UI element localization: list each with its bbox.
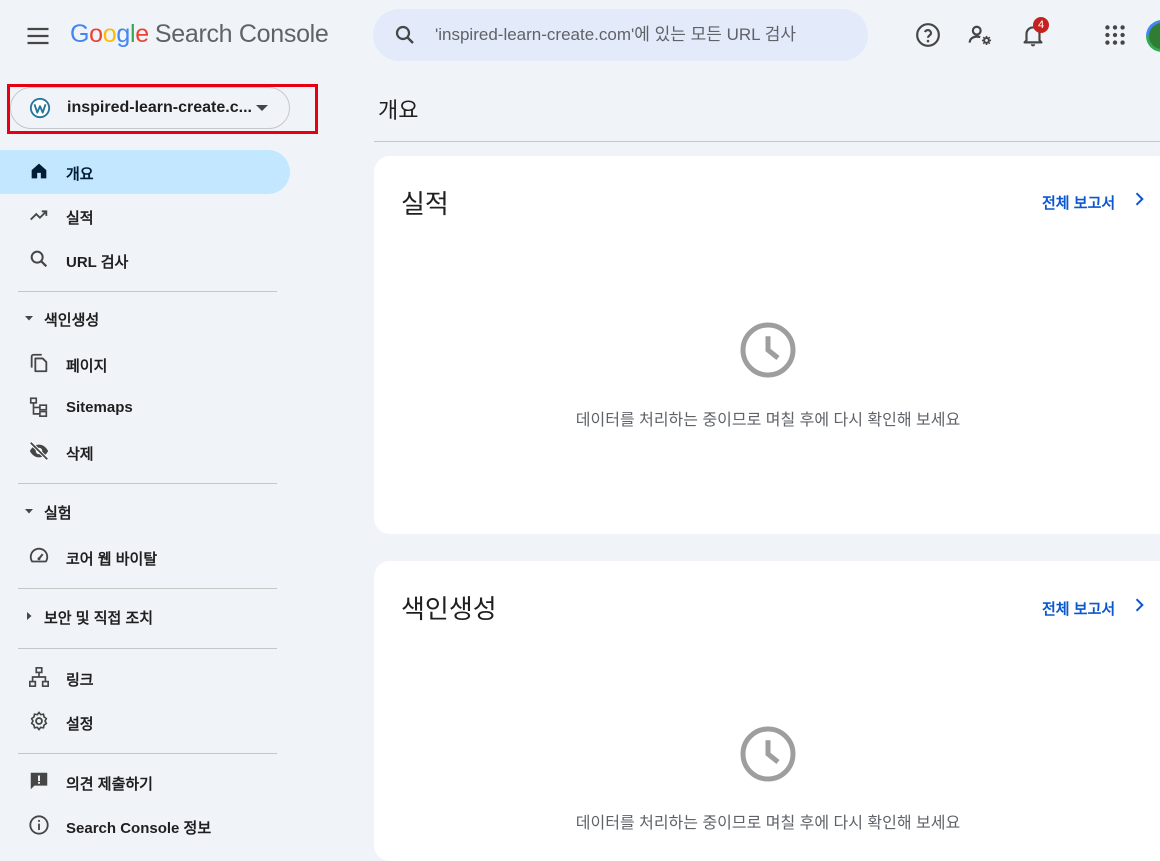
url-inspection-search-bar[interactable]: [373, 9, 868, 61]
settings-icon: [30, 711, 48, 731]
caret-down-icon: [25, 316, 33, 321]
section-label: 실험: [44, 505, 72, 522]
sidebar-item-label: URL 검사: [66, 254, 129, 271]
top-app-bar: GoogleSearch Console 4: [0, 0, 1160, 72]
sidebar-item-label: Sitemaps: [66, 399, 133, 416]
processing-message: 데이터를 처리하는 중이므로 며칠 후에 다시 확인해 보세요: [575, 815, 961, 832]
sidebar-item-label: 삭제: [66, 446, 94, 463]
card-title: 실적: [401, 189, 449, 219]
search-icon: [30, 250, 48, 268]
full-report-link[interactable]: 전체 보고서: [1042, 192, 1115, 213]
sidebar-item-core-web-vitals[interactable]: 코어 웹 바이탈: [0, 535, 290, 579]
card-title: 색인생성: [401, 594, 497, 624]
search-icon[interactable]: [393, 23, 417, 47]
clock-icon: [740, 726, 796, 782]
feedback-icon: [30, 772, 48, 790]
divider: [18, 483, 277, 484]
sidebar-item-label: Search Console 정보: [66, 820, 212, 837]
section-label: 색인생성: [44, 312, 100, 329]
section-experience[interactable]: 실험: [0, 491, 290, 531]
help-icon[interactable]: [915, 22, 941, 48]
sidebar-item-pages[interactable]: 페이지: [0, 342, 290, 386]
section-indexing[interactable]: 색인생성: [0, 298, 290, 338]
sidebar-item-performance[interactable]: 실적: [0, 194, 290, 238]
sidebar-item-url-inspection[interactable]: URL 검사: [0, 238, 290, 282]
wordpress-icon: [29, 97, 51, 119]
menu-icon[interactable]: [24, 22, 52, 50]
caret-down-icon: [25, 509, 33, 514]
sidebar-item-label: 페이지: [66, 358, 108, 375]
sidebar-item-about[interactable]: Search Console 정보: [0, 804, 290, 848]
property-name: inspired-learn-create.c...: [67, 99, 252, 116]
url-inspection-input[interactable]: [435, 9, 855, 61]
sidebar-item-label: 개요: [66, 166, 94, 183]
sidebar-item-feedback[interactable]: 의견 제출하기: [0, 760, 290, 804]
sidebar-item-label: 설정: [66, 716, 94, 733]
divider: [18, 588, 277, 589]
title-divider: [374, 141, 1160, 142]
performance-card: 실적 전체 보고서 데이터를 처리하는 중이므로 며칠 후에 다시 확인해 보세…: [374, 156, 1160, 534]
links-icon: [29, 667, 49, 687]
sidebar-item-overview[interactable]: 개요: [0, 150, 290, 194]
google-search-console-logo[interactable]: Google Search Console: [70, 20, 329, 49]
divider: [18, 753, 277, 754]
trending-up-icon: [30, 210, 48, 221]
product-name: Search Console: [154, 20, 329, 48]
home-icon: [31, 163, 47, 179]
sidebar-item-settings[interactable]: 설정: [0, 700, 290, 744]
speed-icon: [29, 547, 49, 563]
sidebar-item-label: 의견 제출하기: [66, 776, 153, 793]
account-avatar[interactable]: [1146, 20, 1160, 52]
page-title: 개요: [378, 98, 419, 123]
apps-icon[interactable]: [1102, 22, 1128, 48]
section-label: 보안 및 직접 조치: [44, 610, 154, 627]
section-security[interactable]: 보안 및 직접 조치: [0, 596, 290, 636]
clock-icon: [740, 322, 796, 378]
sidebar-item-label: 코어 웹 바이탈: [66, 551, 158, 568]
chevron-right-icon[interactable]: [1129, 189, 1149, 209]
visibility-off-icon: [29, 441, 49, 461]
manage-users-icon[interactable]: [967, 22, 993, 48]
sidebar-item-label: 실적: [66, 210, 94, 227]
pages-icon: [30, 353, 48, 373]
sidebar-item-links[interactable]: 링크: [0, 656, 290, 700]
sitemap-icon: [29, 397, 48, 417]
sidebar-item-sitemaps[interactable]: Sitemaps: [0, 386, 290, 430]
property-selector[interactable]: inspired-learn-create.c...: [10, 87, 290, 129]
full-report-link[interactable]: 전체 보고서: [1042, 598, 1115, 619]
divider: [18, 291, 277, 292]
sidebar-item-label: 링크: [66, 672, 94, 689]
info-icon: [29, 815, 49, 835]
indexing-card: 색인생성 전체 보고서 데이터를 처리하는 중이므로 며칠 후에 다시 확인해 …: [374, 561, 1160, 861]
chevron-down-icon: [256, 105, 268, 111]
caret-right-icon: [27, 612, 32, 620]
divider: [18, 648, 277, 649]
sidebar-item-removals[interactable]: 삭제: [0, 430, 290, 474]
chevron-right-icon[interactable]: [1129, 595, 1149, 615]
processing-message: 데이터를 처리하는 중이므로 며칠 후에 다시 확인해 보세요: [575, 412, 961, 429]
notification-count-badge: 4: [1033, 17, 1049, 33]
